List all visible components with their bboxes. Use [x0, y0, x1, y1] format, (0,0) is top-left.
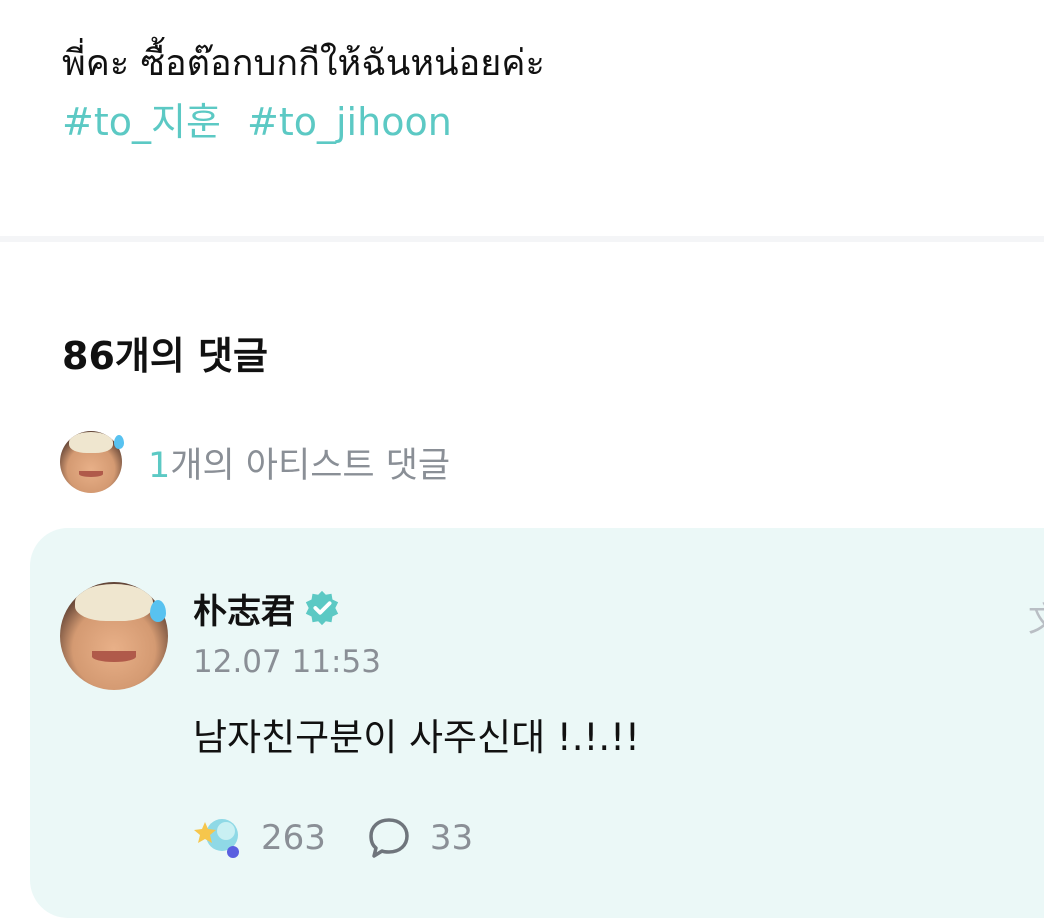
reply-count: 33: [429, 818, 474, 858]
post-text: พี่คะ ซื้อต๊อกบกกีให้ฉันหน่อยค่ะ: [62, 43, 545, 84]
hashtag-to-jihoon[interactable]: #to_jihoon: [247, 100, 452, 144]
author-face-image: [60, 582, 168, 690]
artist-comments-label-text: 개의 아티스트 댓글: [170, 445, 451, 486]
comment-author-name[interactable]: 朴志君: [193, 584, 295, 633]
sweat-drop-icon: [114, 435, 124, 449]
artist-avatar-small: [60, 431, 124, 493]
artist-face-image: [60, 431, 122, 493]
section-divider: [0, 236, 1044, 242]
comment-timestamp: 12.07 11:53: [193, 644, 381, 680]
hashtag-list: #to_지훈 #to_jihoon: [62, 96, 466, 148]
verified-badge-icon: [305, 590, 339, 626]
comment-author-row: 朴志君: [193, 584, 341, 632]
like-button[interactable]: 263: [193, 814, 326, 862]
reply-button[interactable]: 33: [366, 815, 473, 861]
artist-comments-link[interactable]: 1개의 아티스트 댓글: [60, 431, 450, 493]
artist-comments-label: 1개의 아티스트 댓글: [148, 437, 450, 488]
artist-comments-count: 1: [148, 445, 171, 486]
like-count: 263: [261, 818, 326, 858]
translate-icon[interactable]: 文: [1028, 592, 1044, 641]
speech-bubble-icon: [369, 818, 409, 858]
star-heart-like-icon: [194, 819, 239, 858]
hashtag-to-jihoon-korean[interactable]: #to_지훈: [62, 100, 221, 144]
sweat-drop-icon: [150, 600, 166, 622]
comment-body: 남자친구분이 사주신대 !.!.!!: [193, 716, 640, 759]
comments-count-title: 86개의 댓글: [62, 334, 268, 378]
comment-actions: 263 33: [193, 810, 513, 866]
comment-author-avatar[interactable]: [60, 582, 168, 690]
